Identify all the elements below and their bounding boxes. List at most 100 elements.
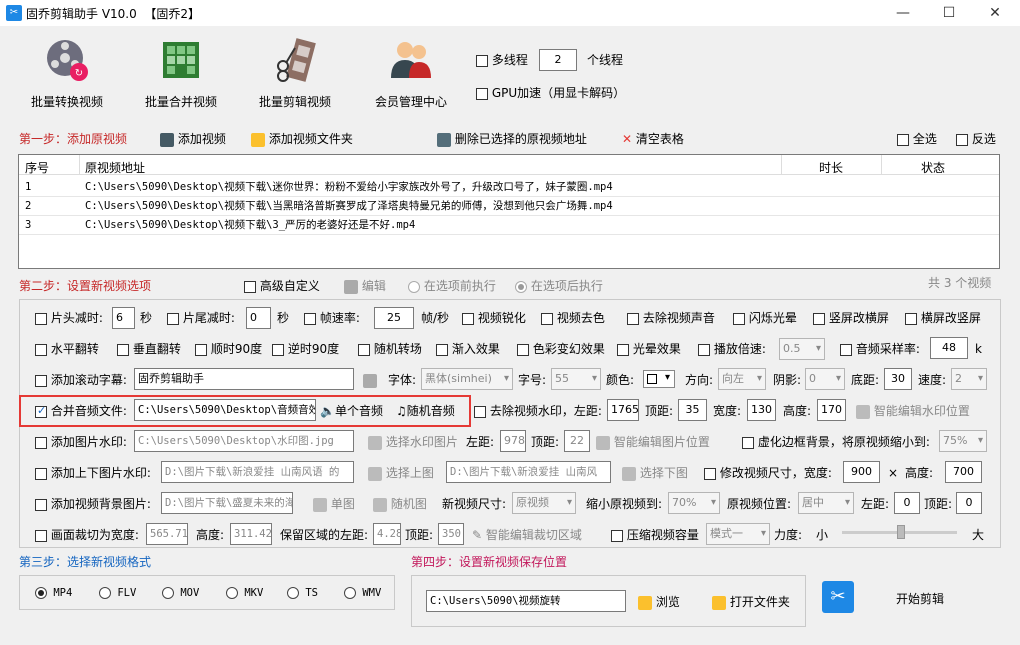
strength-slider-handle[interactable]: [897, 525, 905, 539]
keep-top-input[interactable]: 350: [438, 523, 464, 545]
top-image-path-input[interactable]: D:\图片下载\新浪爱挂 山南风语 的: [161, 461, 354, 483]
browse-button[interactable]: 浏览: [638, 595, 680, 610]
keep-left-input[interactable]: 4.28: [373, 523, 401, 545]
batch-edit-button[interactable]: 批量剪辑视频: [256, 36, 334, 110]
bg-top-input[interactable]: 0: [956, 492, 982, 514]
format-radio[interactable]: [162, 587, 174, 599]
single-image-button[interactable]: 单图: [313, 497, 355, 512]
img-left-input[interactable]: 978: [500, 430, 526, 452]
scroll-sub-option[interactable]: 添加滚动字幕:: [35, 373, 127, 387]
framerate-input[interactable]: 25: [374, 307, 414, 329]
wm-height-input[interactable]: 170: [817, 399, 846, 421]
format-radio[interactable]: [344, 587, 356, 599]
advanced-custom-option[interactable]: 高级自定义: [244, 279, 320, 293]
position-select[interactable]: 居中: [798, 492, 854, 514]
shadow-select[interactable]: 0: [805, 368, 845, 390]
before-exec-radio[interactable]: [408, 280, 420, 293]
framerate-option[interactable]: 帧速率:: [304, 311, 360, 325]
format-radio[interactable]: [226, 587, 238, 599]
compress-checkbox[interactable]: [611, 529, 623, 542]
scroll-sub-input[interactable]: 固乔剪辑助手: [134, 368, 354, 390]
crop-width-input[interactable]: 565.714: [146, 523, 188, 545]
remove-audio-checkbox[interactable]: [627, 312, 639, 325]
thread-count-input[interactable]: 2: [539, 49, 577, 71]
merge-audio-option[interactable]: 合并音频文件:: [35, 404, 127, 418]
fade-in-checkbox[interactable]: [436, 343, 448, 356]
remove-wm-option[interactable]: 去除视频水印，左距:: [474, 404, 602, 418]
rot-ccw-option[interactable]: 逆时90度: [272, 342, 339, 356]
sub-edit-icon[interactable]: [363, 373, 377, 388]
format-mkv-option[interactable]: MKV: [226, 586, 263, 600]
bg-img-option[interactable]: 添加视频背景图片:: [35, 497, 151, 511]
close-button[interactable]: ✕: [972, 0, 1018, 26]
tb-wm-checkbox[interactable]: [35, 467, 47, 480]
flash-option[interactable]: 闪烁光晕: [733, 311, 797, 325]
select-wm-image-button[interactable]: 选择水印图片: [368, 435, 458, 450]
speed-option[interactable]: 播放倍速:: [698, 342, 766, 356]
speed-checkbox[interactable]: [698, 343, 710, 356]
remove-audio-option[interactable]: 去除视频声音: [627, 311, 715, 325]
v2h-option[interactable]: 竖屏改横屏: [813, 311, 889, 325]
head-cut-option[interactable]: 片头减时:: [35, 311, 103, 325]
h2v-checkbox[interactable]: [905, 312, 917, 325]
invert-selection-button[interactable]: 反选: [956, 132, 996, 146]
sample-rate-input[interactable]: 48: [930, 337, 968, 359]
head-cut-input[interactable]: 6: [112, 307, 135, 329]
img-wm-checkbox[interactable]: [35, 436, 47, 449]
member-center-button[interactable]: 会员管理中心: [372, 36, 450, 110]
table-row[interactable]: 1 C:\Users\5090\Desktop\视频下载\迷你世界：粉粉不爱给小宇…: [19, 178, 999, 197]
format-mp4-option[interactable]: MP4: [35, 586, 72, 600]
after-exec-option[interactable]: 在选项后执行: [515, 279, 603, 293]
save-path-input[interactable]: C:\Users\5090\视频旋转: [426, 590, 626, 612]
rot90-checkbox[interactable]: [195, 343, 207, 356]
blur-border-option[interactable]: 虚化边框背景，将原视频缩小到:: [742, 435, 930, 449]
crop-checkbox[interactable]: [35, 529, 47, 542]
start-button[interactable]: 开始剪辑: [896, 592, 944, 606]
tb-wm-option[interactable]: 添加上下图片水印:: [35, 466, 151, 480]
format-ts-option[interactable]: TS: [287, 586, 318, 600]
crop-height-input[interactable]: 311.428: [230, 523, 272, 545]
smart-wm-button[interactable]: 智能编辑水印位置: [856, 404, 970, 419]
h2v-option[interactable]: 横屏改竖屏: [905, 311, 981, 325]
img-wm-path-input[interactable]: C:\Users\5090\Desktop\水印图.jpg: [134, 430, 354, 452]
wm-left-input[interactable]: 1765: [607, 399, 639, 421]
table-row[interactable]: 2 C:\Users\5090\Desktop\视频下载\当黑暗洛普斯赛罗成了泽塔…: [19, 197, 999, 216]
select-all-button[interactable]: 全选: [897, 132, 937, 146]
halo-option[interactable]: 光晕效果: [617, 342, 681, 356]
speed-select[interactable]: 0.5: [779, 338, 825, 360]
blur-scale-select[interactable]: 75%: [939, 430, 987, 452]
single-audio-button[interactable]: 🔈单个音频: [320, 404, 383, 418]
decolor-option[interactable]: 视频去色: [541, 311, 605, 325]
minimize-button[interactable]: —: [880, 0, 926, 26]
multithread-checkbox[interactable]: [476, 54, 488, 67]
remove-wm-checkbox[interactable]: [474, 405, 486, 418]
column-header[interactable]: 状态: [921, 159, 945, 176]
img-top-input[interactable]: 22: [564, 430, 590, 452]
random-trans-option[interactable]: 随机转场: [358, 342, 422, 356]
rot90-option[interactable]: 顺时90度: [195, 342, 262, 356]
gpu-checkbox[interactable]: [476, 87, 488, 100]
vflip-option[interactable]: 垂直翻转: [117, 342, 181, 356]
scroll-sub-checkbox[interactable]: [35, 374, 47, 387]
column-header[interactable]: 原视频地址: [85, 159, 145, 176]
shrink-select[interactable]: 70%: [668, 492, 720, 514]
sample-rate-option[interactable]: 音频采样率:: [840, 342, 920, 356]
smart-crop-button[interactable]: ✎ 智能编辑裁切区域: [472, 528, 582, 542]
compress-mode-select[interactable]: 模式一: [706, 523, 770, 545]
batch-merge-button[interactable]: 批量合并视频: [142, 36, 220, 110]
flash-checkbox[interactable]: [733, 312, 745, 325]
blur-border-checkbox[interactable]: [742, 436, 754, 449]
wm-top-input[interactable]: 35: [678, 399, 707, 421]
add-video-button[interactable]: 添加视频: [160, 132, 226, 147]
select-bottom-image-button[interactable]: 选择下图: [622, 466, 688, 481]
head-cut-checkbox[interactable]: [35, 312, 47, 325]
after-exec-radio[interactable]: [515, 280, 527, 293]
format-radio[interactable]: [35, 587, 47, 599]
select-top-image-button[interactable]: 选择上图: [368, 466, 434, 481]
img-wm-option[interactable]: 添加图片水印:: [35, 435, 127, 449]
clear-table-button[interactable]: ✕ 清空表格: [622, 132, 684, 146]
random-audio-button[interactable]: ♫随机音频: [396, 404, 455, 418]
sharpen-option[interactable]: 视频锐化: [462, 311, 526, 325]
resize-height-input[interactable]: 700: [945, 461, 982, 483]
format-wmv-option[interactable]: WMV: [344, 586, 381, 600]
